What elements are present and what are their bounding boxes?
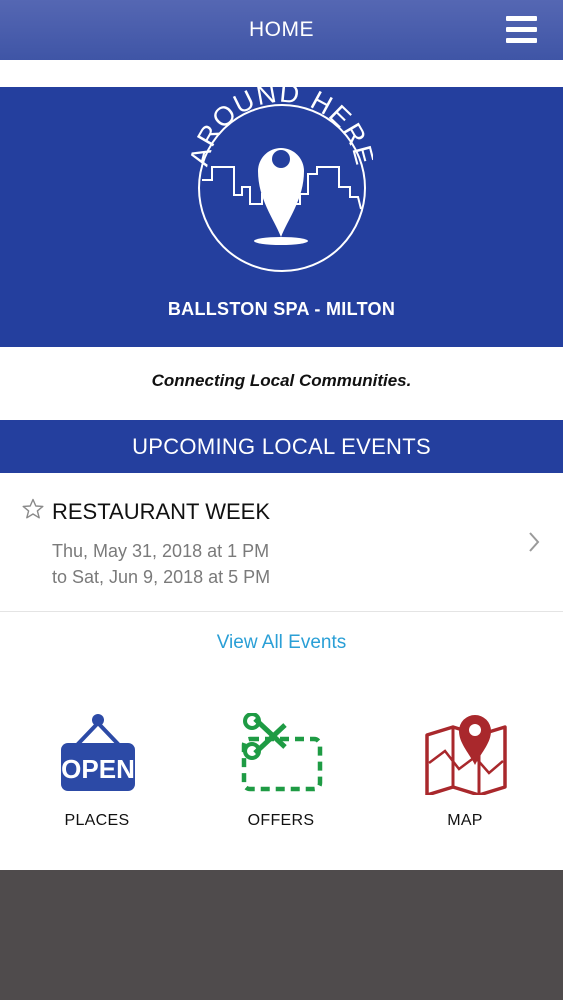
open-sign-text: OPEN <box>61 754 135 784</box>
map-tile[interactable]: MAP <box>390 705 540 835</box>
page-title: HOME <box>249 18 314 41</box>
open-sign-icon: OPEN <box>61 714 135 791</box>
scissors-coupon-icon <box>241 713 323 792</box>
events-heading: UPCOMING LOCAL EVENTS <box>132 433 431 459</box>
star-outline-icon[interactable] <box>21 497 45 521</box>
top-app-bar: HOME <box>0 0 563 60</box>
offers-tile[interactable]: OFFERS <box>206 705 356 835</box>
map-pin-icon <box>425 715 507 795</box>
event-end-date: to Sat, Jun 9, 2018 at 5 PM <box>52 567 271 587</box>
event-list-item[interactable]: RESTAURANT WEEK Thu, May 31, 2018 at 1 P… <box>0 474 563 612</box>
chevron-right-icon <box>529 532 540 552</box>
map-label: MAP <box>447 812 483 829</box>
places-tile[interactable]: OPEN PLACES <box>22 705 172 835</box>
tagline: Connecting Local Communities. <box>151 371 412 390</box>
footer-area <box>0 870 563 1000</box>
events-section-header: UPCOMING LOCAL EVENTS <box>0 420 563 473</box>
hamburger-menu-icon[interactable] <box>506 16 537 43</box>
offers-label: OFFERS <box>247 812 315 829</box>
community-name: BALLSTON SPA - MILTON <box>167 299 396 319</box>
around-here-logo: AROUND HERE <box>190 87 373 272</box>
view-all-events-link[interactable]: View All Events <box>217 632 347 653</box>
event-title: RESTAURANT WEEK <box>52 499 270 524</box>
hero-banner: AROUND HERE BALLSTON SPA - MILTON <box>0 87 563 347</box>
view-all-events-container: View All Events <box>0 632 563 654</box>
event-start-date: Thu, May 31, 2018 at 1 PM <box>52 541 270 561</box>
places-label: PLACES <box>64 812 130 829</box>
